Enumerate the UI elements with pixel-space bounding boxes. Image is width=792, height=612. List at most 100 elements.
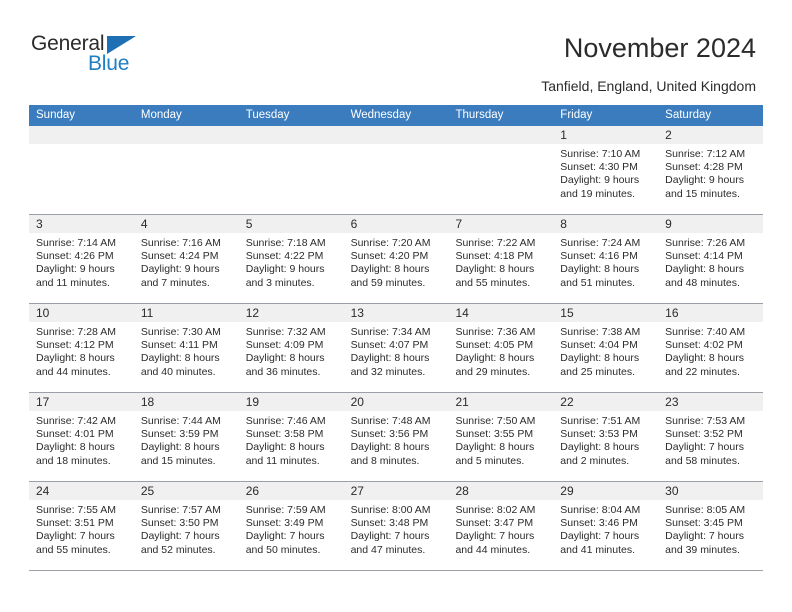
day-cell[interactable]: 20 Sunrise: 7:48 AM Sunset: 3:56 PM Dayl…	[343, 393, 449, 481]
day-cell[interactable]: 13 Sunrise: 7:34 AM Sunset: 4:07 PM Dayl…	[343, 304, 449, 392]
day-cell[interactable]: 28 Sunrise: 8:02 AM Sunset: 3:47 PM Dayl…	[448, 482, 554, 570]
day-cell[interactable]: 29 Sunrise: 8:04 AM Sunset: 3:46 PM Dayl…	[553, 482, 659, 570]
page-title: November 2024	[563, 33, 756, 63]
sunrise-text: Sunrise: 7:55 AM	[36, 504, 116, 516]
day-cell	[343, 126, 449, 214]
daylight-text-line1: Daylight: 8 hours	[665, 263, 744, 276]
daylight-text-line2: and 29 minutes.	[455, 365, 531, 378]
day-cell[interactable]: 10 Sunrise: 7:28 AM Sunset: 4:12 PM Dayl…	[29, 304, 134, 392]
weekday-header-thursday: Thursday	[455, 109, 504, 121]
daylight-text-line2: and 44 minutes.	[455, 543, 531, 556]
day-info: Sunrise: 7:12 AM Sunset: 4:28 PM Dayligh…	[658, 144, 763, 201]
day-cell[interactable]: 3 Sunrise: 7:14 AM Sunset: 4:26 PM Dayli…	[29, 215, 134, 303]
daylight-text-line1: Daylight: 9 hours	[36, 263, 115, 276]
day-number-band: 28	[448, 482, 554, 500]
generalblue-logo[interactable]: General Blue	[31, 33, 221, 79]
sunset-text: Sunset: 4:30 PM	[560, 161, 638, 174]
day-number-band: 9	[658, 215, 764, 233]
day-cell[interactable]: 5 Sunrise: 7:18 AM Sunset: 4:22 PM Dayli…	[238, 215, 344, 303]
weekday-header-monday: Monday	[140, 109, 182, 121]
day-number: 28	[455, 484, 469, 498]
day-cell[interactable]: 18 Sunrise: 7:44 AM Sunset: 3:59 PM Dayl…	[133, 393, 239, 481]
day-number-band: 23	[658, 393, 764, 411]
day-info: Sunrise: 7:32 AM Sunset: 4:09 PM Dayligh…	[239, 322, 344, 379]
sunset-text: Sunset: 3:45 PM	[665, 517, 743, 530]
day-cell[interactable]: 25 Sunrise: 7:57 AM Sunset: 3:50 PM Dayl…	[133, 482, 239, 570]
day-number-band: 27	[343, 482, 449, 500]
daylight-text-line2: and 58 minutes.	[665, 454, 740, 467]
day-number-band: 29	[553, 482, 659, 500]
sunset-text: Sunset: 4:20 PM	[350, 250, 429, 263]
day-cell[interactable]: 11 Sunrise: 7:30 AM Sunset: 4:11 PM Dayl…	[133, 304, 239, 392]
day-number: 10	[36, 306, 50, 320]
day-number-band: 20	[343, 393, 449, 411]
sunrise-text: Sunrise: 7:36 AM	[455, 326, 536, 338]
day-info: Sunrise: 7:38 AM Sunset: 4:04 PM Dayligh…	[553, 322, 658, 379]
day-cell[interactable]: 21 Sunrise: 7:50 AM Sunset: 3:55 PM Dayl…	[448, 393, 554, 481]
day-cell[interactable]: 15 Sunrise: 7:38 AM Sunset: 4:04 PM Dayl…	[553, 304, 659, 392]
day-cell[interactable]: 1 Sunrise: 7:10 AM Sunset: 4:30 PM Dayli…	[553, 126, 659, 214]
day-number: 18	[140, 395, 155, 409]
day-info: Sunrise: 7:28 AM Sunset: 4:12 PM Dayligh…	[29, 322, 134, 379]
sunset-text: Sunset: 4:01 PM	[36, 428, 114, 441]
daylight-text-line2: and 39 minutes.	[665, 543, 740, 556]
sunset-text: Sunset: 3:56 PM	[350, 428, 429, 441]
day-cell[interactable]: 4 Sunrise: 7:16 AM Sunset: 4:24 PM Dayli…	[133, 215, 239, 303]
day-cell[interactable]: 23 Sunrise: 7:53 AM Sunset: 3:52 PM Dayl…	[658, 393, 764, 481]
daylight-text-line2: and 50 minutes.	[245, 543, 321, 556]
daylight-text-line2: and 7 minutes.	[140, 276, 210, 289]
sunset-text: Sunset: 3:49 PM	[245, 517, 324, 530]
daylight-text-line1: Daylight: 8 hours	[350, 352, 430, 365]
sunrise-text: Sunrise: 8:02 AM	[455, 504, 536, 516]
day-cell[interactable]: 6 Sunrise: 7:20 AM Sunset: 4:20 PM Dayli…	[343, 215, 449, 303]
day-number-band: 11	[133, 304, 239, 322]
sunrise-text: Sunrise: 7:22 AM	[455, 237, 536, 249]
sunset-text: Sunset: 3:51 PM	[36, 517, 114, 530]
day-info: Sunrise: 7:44 AM Sunset: 3:59 PM Dayligh…	[134, 411, 239, 468]
sunrise-text: Sunrise: 7:24 AM	[560, 237, 641, 249]
day-number-band: 24	[29, 482, 134, 500]
daylight-text-line1: Daylight: 8 hours	[560, 441, 640, 454]
day-number-band: 7	[448, 215, 554, 233]
sunset-text: Sunset: 3:58 PM	[245, 428, 324, 441]
weekday-header-sunday: Sunday	[36, 109, 76, 121]
sunrise-text: Sunrise: 7:20 AM	[350, 237, 431, 249]
sunset-text: Sunset: 3:53 PM	[560, 428, 638, 441]
day-cell[interactable]: 19 Sunrise: 7:46 AM Sunset: 3:58 PM Dayl…	[238, 393, 344, 481]
day-cell[interactable]: 17 Sunrise: 7:42 AM Sunset: 4:01 PM Dayl…	[29, 393, 134, 481]
day-cell[interactable]: 27 Sunrise: 8:00 AM Sunset: 3:48 PM Dayl…	[343, 482, 449, 570]
day-cell[interactable]: 9 Sunrise: 7:26 AM Sunset: 4:14 PM Dayli…	[658, 215, 764, 303]
day-cell[interactable]: 16 Sunrise: 7:40 AM Sunset: 4:02 PM Dayl…	[658, 304, 764, 392]
week-row: 17 Sunrise: 7:42 AM Sunset: 4:01 PM Dayl…	[29, 393, 764, 482]
day-number	[448, 128, 455, 142]
day-number-band: 8	[553, 215, 659, 233]
day-cell[interactable]: 7 Sunrise: 7:22 AM Sunset: 4:18 PM Dayli…	[448, 215, 554, 303]
day-number: 29	[560, 484, 574, 498]
day-info: Sunrise: 7:18 AM Sunset: 4:22 PM Dayligh…	[239, 233, 344, 290]
sunset-text: Sunset: 4:04 PM	[560, 339, 638, 352]
day-number-band: 17	[29, 393, 134, 411]
day-cell[interactable]: 8 Sunrise: 7:24 AM Sunset: 4:16 PM Dayli…	[553, 215, 659, 303]
daylight-text-line2: and 55 minutes.	[455, 276, 531, 289]
day-cell[interactable]: 14 Sunrise: 7:36 AM Sunset: 4:05 PM Dayl…	[448, 304, 554, 392]
sunrise-text: Sunrise: 7:57 AM	[140, 504, 221, 516]
sunrise-text: Sunrise: 7:28 AM	[36, 326, 116, 338]
day-number: 13	[350, 306, 364, 320]
daylight-text-line1: Daylight: 8 hours	[36, 441, 115, 454]
day-cell[interactable]: 22 Sunrise: 7:51 AM Sunset: 3:53 PM Dayl…	[553, 393, 659, 481]
week-row: 3 Sunrise: 7:14 AM Sunset: 4:26 PM Dayli…	[29, 215, 764, 304]
day-cell[interactable]: 30 Sunrise: 8:05 AM Sunset: 3:45 PM Dayl…	[658, 482, 764, 570]
day-cell[interactable]: 2 Sunrise: 7:12 AM Sunset: 4:28 PM Dayli…	[658, 126, 764, 214]
day-cell[interactable]: 24 Sunrise: 7:55 AM Sunset: 3:51 PM Dayl…	[29, 482, 134, 570]
daylight-text-line1: Daylight: 8 hours	[560, 263, 640, 276]
day-info: Sunrise: 7:16 AM Sunset: 4:24 PM Dayligh…	[134, 233, 239, 290]
day-number: 16	[665, 306, 679, 320]
sunrise-text: Sunrise: 7:44 AM	[140, 415, 221, 427]
sunrise-text: Sunrise: 7:40 AM	[665, 326, 746, 338]
sunset-text: Sunset: 4:11 PM	[140, 339, 218, 352]
daylight-text-line2: and 59 minutes.	[350, 276, 426, 289]
day-number: 2	[665, 128, 672, 142]
day-cell[interactable]: 26 Sunrise: 7:59 AM Sunset: 3:49 PM Dayl…	[238, 482, 344, 570]
daylight-text-line1: Daylight: 8 hours	[455, 352, 535, 365]
day-cell[interactable]: 12 Sunrise: 7:32 AM Sunset: 4:09 PM Dayl…	[238, 304, 344, 392]
